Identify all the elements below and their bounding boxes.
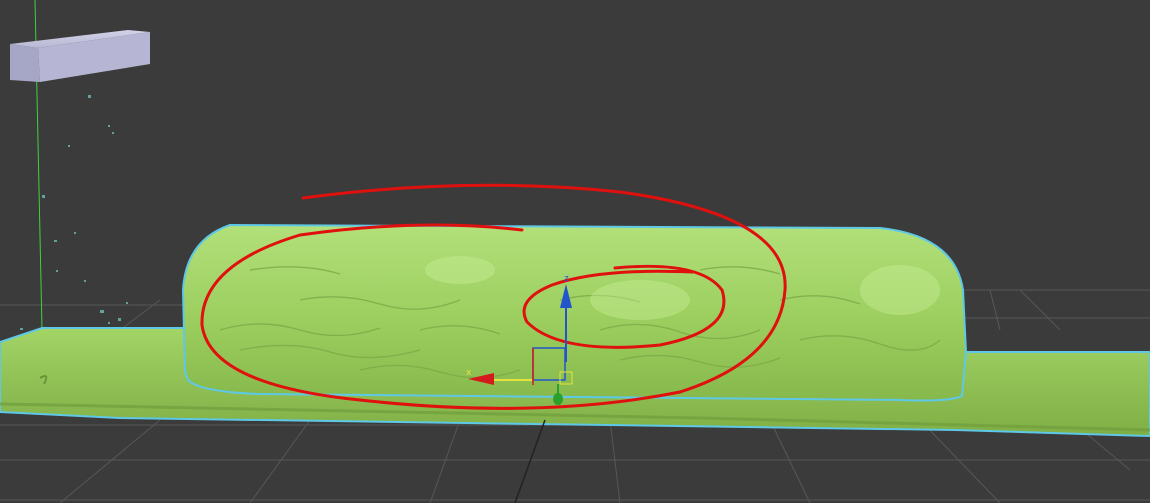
gizmo-y-arrow[interactable] [553,393,563,405]
view-cube[interactable] [10,30,150,82]
viewport-canvas[interactable]: z x [0,0,1150,503]
gizmo-x-label: x [466,368,472,378]
3d-viewport[interactable]: z x [0,0,1150,503]
gizmo-z-label: z [564,274,569,284]
mesh-body[interactable] [181,223,968,402]
ground-axis-line [514,419,546,503]
point-cloud-specks [20,95,128,330]
